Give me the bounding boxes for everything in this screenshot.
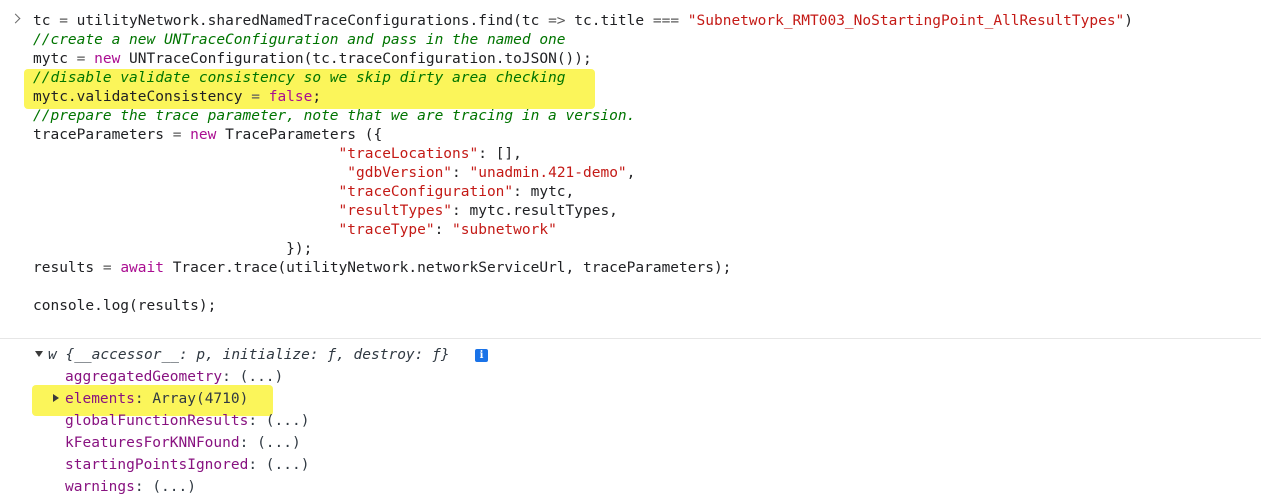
code-line: tc = utilityNetwork.sharedNamedTraceConf… [33, 12, 1133, 31]
code-line: results = await Tracer.trace(utilityNetw… [33, 259, 731, 278]
property-value: (...) [152, 479, 196, 495]
code-line: //disable validate consistency so we ski… [33, 69, 566, 88]
code-line: "traceConfiguration": mytc, [33, 183, 575, 202]
code-line: mytc = new UNTraceConfiguration(tc.trace… [33, 50, 592, 69]
code-token: "traceConfiguration" [338, 184, 514, 200]
code-token: results [33, 260, 103, 276]
property-value: Array(4710) [152, 391, 249, 407]
property-separator: : [222, 369, 240, 385]
code-token: = [251, 89, 260, 105]
object-property-startingPointsIgnored[interactable]: startingPointsIgnored: (...) [65, 456, 309, 475]
object-property-elements[interactable]: elements: Array(4710) [65, 390, 248, 409]
code-token: = [102, 260, 112, 276]
code-line: traceParameters = new TraceParameters ({ [33, 126, 382, 145]
property-key: kFeaturesForKNNFound [65, 435, 240, 451]
code-line: "gdbVersion": "unadmin.421-demo", [33, 164, 635, 183]
property-separator: : [134, 391, 153, 407]
property-key: globalFunctionResults [65, 413, 249, 429]
code-token: "Subnetwork_RMT003_NoStartingPoint_AllRe… [687, 13, 1125, 29]
property-key: aggregatedGeometry [65, 369, 223, 385]
object-property-aggregatedGeometry[interactable]: aggregatedGeometry: (...) [65, 368, 283, 387]
code-token: mytc [33, 51, 77, 67]
code-token: //create a new UNTraceConfiguration and … [33, 32, 566, 48]
code-token: === [652, 13, 680, 29]
property-separator: : [248, 413, 266, 429]
console-divider [0, 338, 1261, 339]
code-token: "subnetwork" [452, 222, 557, 238]
object-property-warnings[interactable]: warnings: (...) [65, 478, 196, 497]
property-value: (...) [265, 457, 310, 473]
collapse-triangle-icon[interactable] [53, 394, 59, 402]
code-line: "traceLocations": [], [33, 145, 522, 164]
code-token: tc.title [565, 13, 653, 29]
code-token: false [268, 89, 313, 105]
code-token: tc [33, 13, 60, 29]
property-separator: : [248, 457, 266, 473]
code-token: => [548, 13, 566, 29]
code-line: console.log(results); [33, 297, 216, 316]
code-token: TraceParameters ({ [216, 127, 383, 143]
code-token: //prepare the trace parameter, note that… [33, 108, 636, 124]
code-token: //disable validate consistency so we ski… [33, 70, 566, 86]
code-token: traceParameters [33, 127, 173, 143]
property-value: (...) [239, 369, 284, 385]
property-key: warnings [65, 479, 135, 495]
code-token: new [94, 51, 121, 67]
code-token: : [434, 222, 453, 238]
code-token: "unadmin.421-demo" [469, 165, 627, 181]
code-token: : mytc.resultTypes, [452, 203, 618, 219]
object-summary[interactable]: w {__accessor__: p, initialize: ƒ, destr… [48, 346, 450, 365]
code-token: "gdbVersion" [347, 165, 453, 181]
code-line: "traceType": "subnetwork" [33, 221, 557, 240]
console-input-code: tc = utilityNetwork.sharedNamedTraceConf… [0, 0, 1261, 338]
property-key: elements [65, 391, 135, 407]
code-line: //prepare the trace parameter, note that… [33, 107, 635, 126]
code-line: mytc.validateConsistency = false; [33, 88, 321, 107]
code-token: ) [1124, 13, 1134, 29]
code-line: }); [33, 240, 312, 259]
property-separator: : [239, 435, 258, 451]
code-line: "resultTypes": mytc.resultTypes, [33, 202, 618, 221]
code-token: "traceType" [338, 222, 435, 238]
code-token: "resultTypes" [338, 203, 453, 219]
object-property-kFeaturesForKNNFound[interactable]: kFeaturesForKNNFound: (...) [65, 434, 301, 453]
code-token: await [120, 260, 164, 276]
property-value: (...) [257, 435, 301, 451]
code-token: new [190, 127, 217, 143]
code-token: = [59, 13, 68, 29]
code-token: utilityNetwork.sharedNamedTraceConfigura… [67, 13, 549, 29]
expand-triangle-icon[interactable] [35, 351, 43, 357]
console-prompt-chevron-icon [10, 13, 21, 24]
code-token: mytc.validateConsistency [33, 89, 252, 105]
property-key: startingPointsIgnored [65, 457, 249, 473]
code-token: console.log(results); [33, 298, 217, 314]
code-token: : mytc, [513, 184, 575, 200]
code-token: UNTraceConfiguration(tc.traceConfigurati… [120, 51, 592, 67]
code-token: , [626, 165, 636, 181]
code-token: "traceLocations" [338, 146, 479, 162]
code-line: //create a new UNTraceConfiguration and … [33, 31, 566, 50]
code-token: }); [33, 241, 313, 257]
property-value: (...) [265, 413, 310, 429]
info-icon[interactable]: i [475, 349, 488, 362]
code-token: ; [312, 89, 322, 105]
object-property-globalFunctionResults[interactable]: globalFunctionResults: (...) [65, 412, 309, 431]
code-token: : [452, 165, 470, 181]
code-token: Tracer.trace(utilityNetwork.networkServi… [163, 260, 732, 276]
code-token: : [], [478, 146, 522, 162]
property-separator: : [134, 479, 153, 495]
